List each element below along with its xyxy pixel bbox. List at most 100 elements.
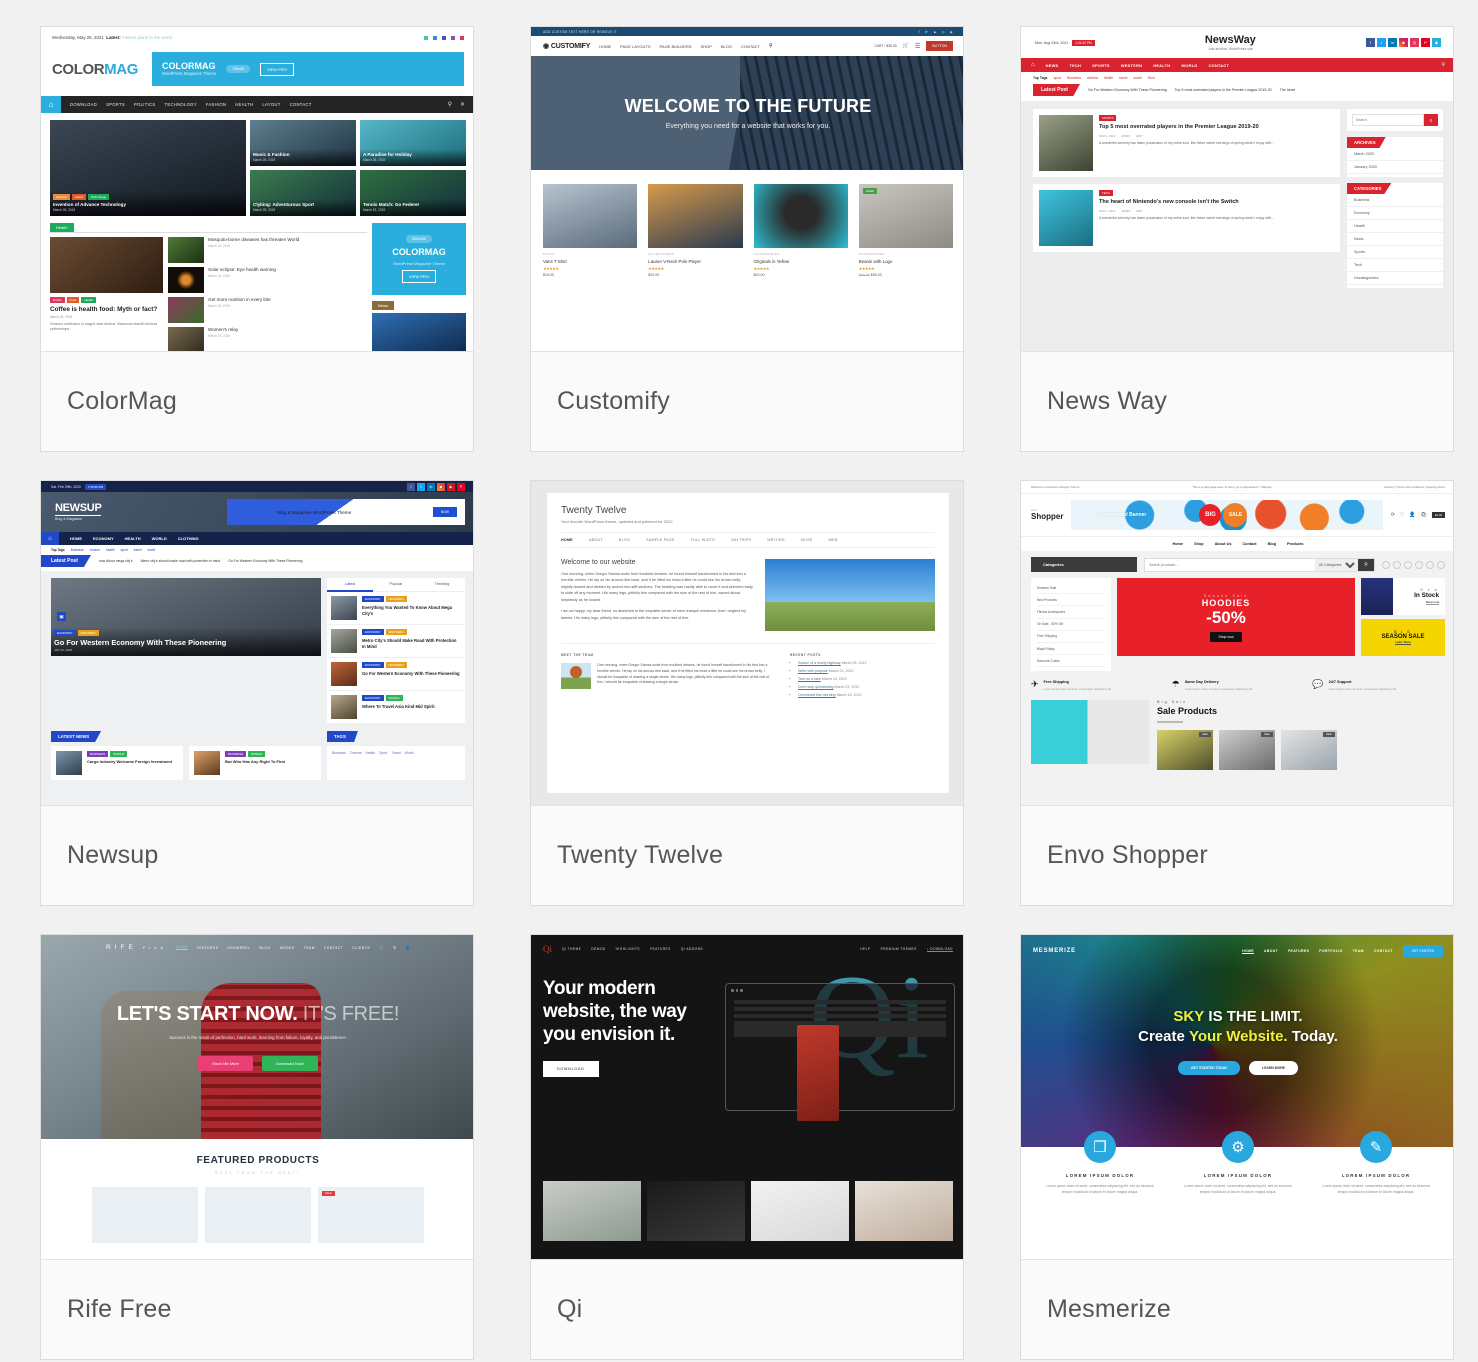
- instagram-icon[interactable]: ◉: [950, 30, 953, 34]
- theme-card-colormag[interactable]: Wednesday, May 26, 2021 Latest: Fastest …: [40, 26, 474, 452]
- colormag-logo[interactable]: COLORMAG: [52, 61, 138, 78]
- ad-view-pro-button[interactable]: VIEW PRO: [401, 270, 436, 283]
- nav-news[interactable]: NEWS: [1046, 63, 1059, 68]
- nav-contact[interactable]: CONTACT: [324, 946, 343, 950]
- colormag-sidebar-ad[interactable]: 300x250 COLORMAG WordPress Magazine Them…: [372, 223, 466, 295]
- colormag-social-icons[interactable]: [424, 35, 464, 40]
- ticker-item[interactable]: The heart: [1280, 88, 1295, 92]
- tag[interactable]: Tech: [1147, 76, 1154, 80]
- ticker-item[interactable]: now About mega city's: [99, 559, 133, 563]
- side1-link[interactable]: Shop now: [1425, 600, 1439, 605]
- nav-contact[interactable]: CONTACT: [1208, 63, 1229, 68]
- nav-shop[interactable]: Shop: [1194, 542, 1204, 546]
- theme-screenshot-mesmerize[interactable]: MESMERIZE HOME ABOUT FEATURES PORTFOLIO …: [1021, 935, 1453, 1259]
- customify-nav[interactable]: ◉ CUSTOMIFY HOME PAGE LAYOUTS PAGE BUILDE…: [531, 36, 963, 56]
- category-item[interactable]: Tech: [1347, 259, 1443, 272]
- newsup-list-item[interactable]: ECONOMY WESTERN Go For Western Economy Wit…: [327, 658, 465, 691]
- list-title[interactable]: Solar eclipse: Eye health warning: [208, 267, 276, 273]
- instagram-icon[interactable]: ◙: [1398, 38, 1408, 47]
- envoshopper-promo-image[interactable]: [1031, 699, 1149, 764]
- tag[interactable]: cinema: [90, 548, 100, 552]
- home-icon[interactable]: ⌂: [1031, 62, 1035, 68]
- star-icon[interactable]: [460, 35, 464, 40]
- nav-world[interactable]: WORLD: [1181, 63, 1197, 68]
- newsup-nav[interactable]: ⌂ HOME ECONOMY HEALTH WORLD CLOTHING: [41, 532, 473, 545]
- product-card[interactable]: Sale!: [1157, 729, 1213, 770]
- account-icon[interactable]: 👤: [405, 945, 410, 950]
- ad-button[interactable]: NOW: [432, 507, 457, 517]
- newsup-hero-post[interactable]: ▣ ECONOMY WESTERN Go For Western Economy…: [51, 578, 321, 656]
- tile-title[interactable]: Clybing: Adventurous Sport: [253, 202, 353, 208]
- tile-title[interactable]: Music & Fashion: [253, 152, 353, 158]
- colormag-section-health[interactable]: Health: [50, 223, 74, 232]
- newsup-logo[interactable]: NEWSUP Blog & Magazine: [55, 502, 102, 522]
- home-icon[interactable]: ⌂: [41, 96, 61, 113]
- nav-sample-page[interactable]: SAMPLE PAGE: [646, 538, 675, 542]
- search-button-icon[interactable]: ⚲: [1424, 114, 1438, 126]
- tag[interactable]: Sport: [379, 751, 387, 775]
- star-icon[interactable]: [433, 35, 437, 40]
- youtube-icon[interactable]: ▶: [447, 482, 455, 491]
- ticker-item[interactable]: Go For Western Economy With These Pionee…: [1088, 88, 1167, 92]
- download-now-button[interactable]: Download Now!: [261, 1055, 318, 1071]
- nav-download[interactable]: ↓ DOWNLOAD: [926, 947, 953, 952]
- get-started-today-button[interactable]: GET STARTED TODAY: [1178, 1061, 1241, 1076]
- cart-icon[interactable]: 🛍: [1421, 512, 1427, 518]
- leaderboard-banner[interactable]: Leaderboard Banner BIG SALE: [1071, 500, 1383, 530]
- nav-portfolio[interactable]: PORTFOLIO: [1319, 949, 1342, 953]
- product-name[interactable]: Originals in Yellow: [754, 259, 848, 264]
- post-category-badge[interactable]: SPORTS: [1099, 115, 1117, 121]
- hero-title[interactable]: Go For Western Economy With These Pionee…: [54, 638, 318, 647]
- nav-contact[interactable]: CONTACT: [741, 44, 760, 49]
- colormag-banner-ad[interactable]: COLORMAG WordPress Magazine Theme 728x90…: [151, 52, 464, 86]
- tag[interactable]: world: [1133, 76, 1141, 80]
- theme-card-envoshopper[interactable]: Welcome to free Envo Shopper Theme This …: [1020, 480, 1454, 906]
- tag[interactable]: health: [1104, 76, 1113, 80]
- colormag-tile[interactable]: Music & Fashion March 25, 2019: [250, 120, 356, 166]
- envoshopper-nav[interactable]: Home Shop About Us Contact Blog Products: [1021, 536, 1453, 551]
- colormag-feature-image[interactable]: [50, 237, 163, 293]
- social-icons[interactable]: f t in ◙ ◎ P ◉: [1365, 38, 1441, 47]
- colormag-hero-post[interactable]: General Latest Technology Invention of A…: [50, 120, 246, 216]
- envoshopper-side-banner-1[interactable]: N e w In Stock Shop now: [1361, 578, 1445, 615]
- product-card[interactable]: SALE: [318, 1187, 424, 1243]
- post-link[interactable]: Overheard this morning: [798, 693, 836, 697]
- tag[interactable]: world: [148, 548, 156, 552]
- nav-health[interactable]: HEALTH: [125, 536, 141, 541]
- nav-health[interactable]: HEALTH: [1153, 63, 1170, 68]
- recent-post-item[interactable]: Tree on a lake March 24, 2012: [798, 677, 935, 681]
- product-card[interactable]: ACCESSORIES Lauren V-Neck Polo Player ★★…: [648, 184, 743, 277]
- tag[interactable]: health: [106, 548, 115, 552]
- recent-post-item[interactable]: Don't stop questioning March 23, 2012: [798, 685, 935, 689]
- nav-muse[interactable]: MUSE: [801, 538, 813, 542]
- tag[interactable]: WESTERN: [77, 629, 99, 636]
- newsup-list-item[interactable]: ECONOMY WESTERN Everything You Wanted To K…: [327, 592, 465, 625]
- category-item[interactable]: Health: [1347, 220, 1443, 233]
- menu-item[interactable]: Fitness Accessories: [1037, 606, 1105, 619]
- product-card[interactable]: MUSIC Vans T-Shirt ★★★★★ $15.00: [543, 184, 638, 277]
- list-item[interactable]: Solar eclipse: Eye health warning March 2…: [168, 267, 367, 293]
- youtube-icon[interactable]: ▶: [934, 30, 937, 34]
- nav-about[interactable]: ABOUT: [1264, 949, 1278, 953]
- tab-latest[interactable]: Latest: [327, 578, 373, 592]
- post-category-badge[interactable]: TECH: [1099, 190, 1113, 196]
- nav-fashion[interactable]: FASHION: [206, 102, 226, 107]
- newsup-tabs[interactable]: Latest Popular Trending: [327, 578, 465, 592]
- tag[interactable]: General: [53, 193, 70, 200]
- home-icon[interactable]: ⌂: [41, 532, 59, 545]
- item-title[interactable]: Go For Western Economy With These Pionee…: [362, 671, 460, 677]
- categories-dropdown-button[interactable]: Categories: [1031, 557, 1137, 572]
- nav-contact[interactable]: Contact: [1242, 542, 1256, 546]
- search-input[interactable]: [1352, 114, 1424, 126]
- nav-contact[interactable]: CONTACT: [290, 102, 312, 107]
- nav-blog[interactable]: Blog: [1268, 542, 1276, 546]
- nav-world[interactable]: WORLD: [152, 536, 167, 541]
- ticker-item[interactable]: Go For Western Economy With These Pionee…: [228, 559, 302, 563]
- theme-card-newsway[interactable]: Mon. Aug 23rd, 2021 1:24:22 PM NewsWay Ju…: [1020, 26, 1454, 452]
- instagram-icon[interactable]: ◙: [437, 482, 445, 491]
- nav-page-layouts[interactable]: PAGE LAYOUTS: [620, 44, 650, 49]
- nav-blog[interactable]: BLOG: [259, 946, 270, 950]
- newsup-banner-ad[interactable]: Blog & Magazine WordPress Theme NOW: [227, 499, 465, 525]
- item-title[interactable]: Where To Travel Asia Kind Mid Spirit: [362, 704, 435, 710]
- pinterest-icon[interactable]: P: [1420, 38, 1430, 47]
